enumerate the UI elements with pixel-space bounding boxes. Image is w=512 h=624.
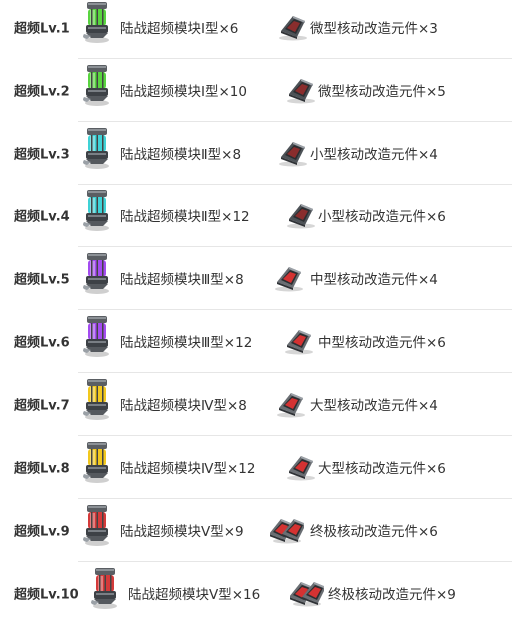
table-row: 超频Lv.7 陆战超频模块Ⅳ型×8 大型核动改造元件×4 (0, 379, 512, 436)
large-part-icon (284, 447, 318, 481)
row-divider (78, 435, 512, 436)
small-part-icon (276, 133, 310, 167)
row-divider (78, 246, 512, 247)
large-part-icon (274, 384, 308, 418)
ultimate-part-icon (289, 573, 326, 607)
module-requirement: 陆战超频模块Ⅲ型×12 (120, 335, 253, 351)
overclock-level-label: 超频Lv.9 (14, 524, 70, 540)
table-row: 超频Lv.3 陆战超频模块Ⅱ型×8 小型核动改造元件×4 (0, 128, 512, 185)
part-requirement: 大型核动改造元件×6 (318, 461, 446, 477)
part-requirement: 小型核动改造元件×6 (318, 209, 446, 225)
red-module-icon (90, 564, 120, 610)
row-divider (78, 121, 512, 122)
table-row: 超频Lv.4 陆战超频模块Ⅱ型×12 小型核动改造元件×6 (0, 190, 512, 247)
purple-module-icon (82, 249, 112, 295)
overclock-level-label: 超频Lv.4 (14, 209, 70, 225)
overclock-level-label: 超频Lv.6 (14, 335, 70, 351)
module-requirement: 陆战超频模块Ⅰ型×10 (120, 84, 247, 100)
gold-module-icon (82, 375, 112, 421)
row-divider (78, 561, 512, 562)
part-requirement: 中型核动改造元件×6 (318, 335, 446, 351)
module-requirement: 陆战超频模块Ⅱ型×8 (120, 147, 242, 163)
overclock-level-label: 超频Lv.8 (14, 461, 70, 477)
overclock-level-label: 超频Lv.7 (14, 398, 70, 414)
table-row: 超频Lv.2 陆战超频模块Ⅰ型×10 微型核动改造元件×5 (0, 65, 512, 122)
part-requirement: 微型核动改造元件×5 (318, 84, 446, 100)
table-row: 超频Lv.5 陆战超频模块Ⅲ型×8 中型核动改造元件×4 (0, 253, 512, 310)
ultimate-part-icon (269, 510, 306, 544)
module-requirement: 陆战超频模块Ⅴ型×16 (128, 587, 261, 603)
table-row: 超频Lv.9 陆战超频模块Ⅴ型×9 终极核动改造元件×6 (0, 505, 512, 562)
medium-part-icon (282, 321, 316, 355)
part-requirement: 小型核动改造元件×4 (310, 147, 438, 163)
medium-part-icon (272, 258, 306, 292)
part-requirement: 终极核动改造元件×6 (310, 524, 438, 540)
part-requirement: 微型核动改造元件×3 (310, 21, 438, 37)
module-requirement: 陆战超频模块Ⅰ型×6 (120, 21, 239, 37)
part-requirement: 大型核动改造元件×4 (310, 398, 438, 414)
overclock-level-label: 超频Lv.5 (14, 272, 70, 288)
overclock-level-label: 超频Lv.1 (14, 21, 70, 37)
gold-module-icon (82, 438, 112, 484)
green-module-icon (82, 61, 112, 107)
cyan-module-icon (82, 124, 112, 170)
row-divider (78, 58, 512, 59)
part-requirement: 终极核动改造元件×9 (328, 587, 456, 603)
row-divider (78, 309, 512, 310)
red-module-icon (82, 501, 112, 547)
micro-part-icon (276, 7, 310, 41)
module-requirement: 陆战超频模块Ⅳ型×8 (120, 398, 247, 414)
row-divider (78, 184, 512, 185)
small-part-icon (284, 195, 318, 229)
cyan-module-icon (82, 186, 112, 232)
module-requirement: 陆战超频模块Ⅲ型×8 (120, 272, 244, 288)
row-divider (78, 498, 512, 499)
overclock-level-label: 超频Lv.2 (14, 84, 70, 100)
module-requirement: 陆战超频模块Ⅱ型×12 (120, 209, 250, 225)
table-row: 超频Lv.1 陆战超频模块Ⅰ型×6 微型核动改造元件×3 (0, 0, 512, 59)
table-row: 超频Lv.6 陆战超频模块Ⅲ型×12 中型核动改造元件×6 (0, 316, 512, 373)
purple-module-icon (82, 312, 112, 358)
table-row: 超频Lv.10 陆战超频模块Ⅴ型×16 终极核动改造元件×9 (0, 568, 512, 618)
module-requirement: 陆战超频模块Ⅳ型×12 (120, 461, 256, 477)
overclock-level-label: 超频Lv.10 (14, 587, 79, 603)
part-requirement: 中型核动改造元件×4 (310, 272, 438, 288)
row-divider (78, 372, 512, 373)
green-module-icon (82, 0, 112, 44)
overclock-level-label: 超频Lv.3 (14, 147, 70, 163)
table-row: 超频Lv.8 陆战超频模块Ⅳ型×12 大型核动改造元件×6 (0, 442, 512, 499)
module-requirement: 陆战超频模块Ⅴ型×9 (120, 524, 244, 540)
micro-part-icon (284, 70, 318, 104)
